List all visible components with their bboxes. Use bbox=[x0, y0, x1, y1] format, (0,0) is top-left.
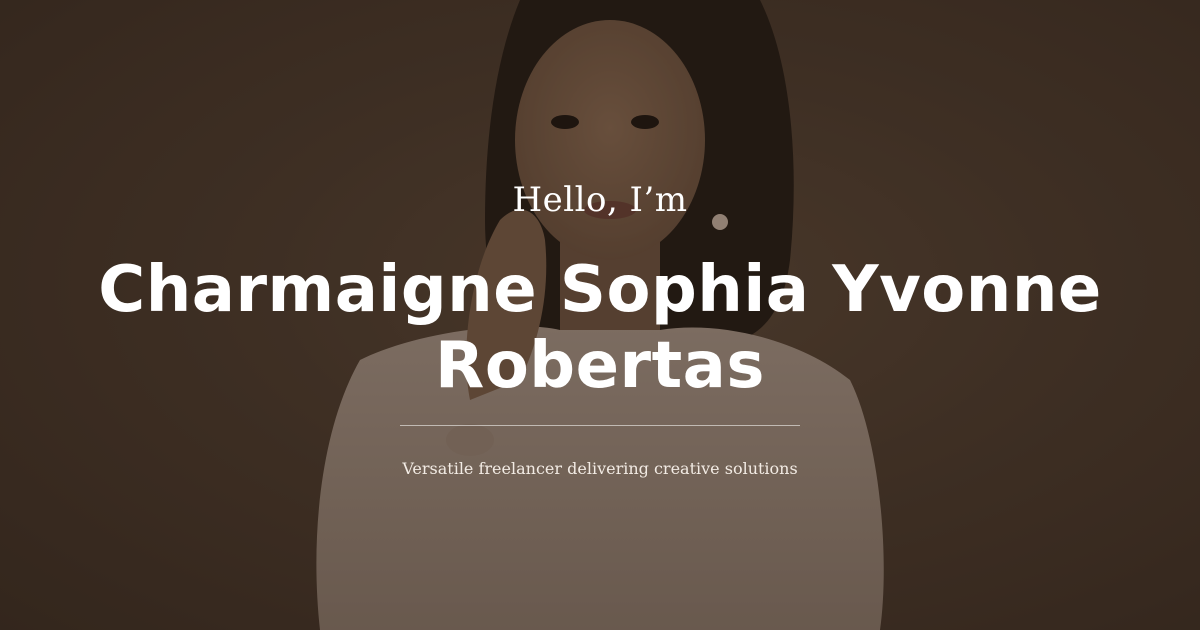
greeting-text: Hello, I’m bbox=[512, 180, 688, 220]
hero-content: Hello, I’m Charmaigne Sophia Yvonne Robe… bbox=[0, 0, 1200, 630]
tagline-text: Versatile freelancer delivering creative… bbox=[402, 459, 798, 478]
hero-section: Hello, I’m Charmaigne Sophia Yvonne Robe… bbox=[0, 0, 1200, 630]
divider-line bbox=[400, 425, 800, 426]
person-name-heading: Charmaigne Sophia Yvonne Robertas bbox=[98, 253, 1102, 403]
